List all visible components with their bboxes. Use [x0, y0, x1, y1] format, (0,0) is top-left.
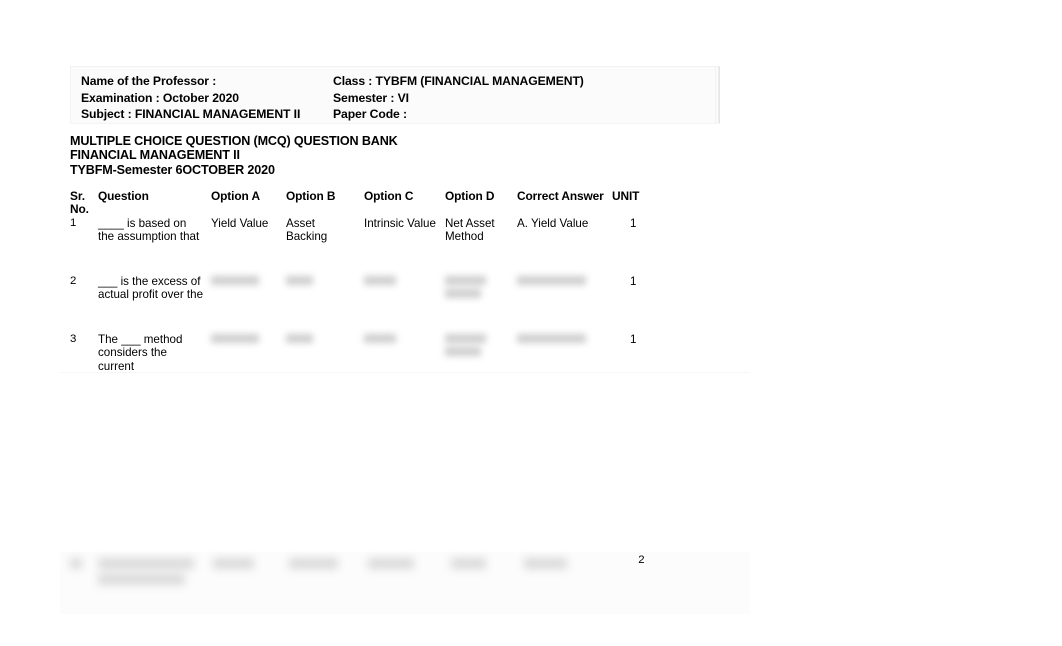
unit-value: 1 [630, 216, 637, 230]
cell-correct-answer [517, 333, 612, 391]
column-header-option-d: Option D [445, 189, 495, 203]
column-header-unit: UNIT [612, 189, 640, 203]
class-label: Class : TYBFM (FINANCIAL MANAGEMENT) [333, 74, 584, 88]
table-header-row: Sr. No. Question Option A Option B Optio… [70, 189, 720, 217]
examination-label: Examination : October 2020 [81, 90, 239, 105]
exam-meta-header: Name of the Professor : Class : TYBFM (F… [70, 66, 720, 124]
meta-row-professor-class: Name of the Professor : Class : TYBFM (F… [81, 74, 719, 90]
cell-unit: 1 [612, 217, 672, 275]
cell-option-a [213, 554, 289, 585]
page-subtitle-two: TYBFM-Semester 6OCTOBER 2020 [70, 162, 275, 177]
cell-option-d [445, 333, 517, 391]
cell-unit: 1 [612, 333, 672, 391]
cell-spacer [672, 333, 720, 391]
cell-spacer [672, 217, 720, 275]
cell-sr-no: 3 [70, 332, 77, 345]
table-row: 3 The ___ method considers the current 1 [70, 333, 720, 391]
cell-unit: 2 [620, 554, 681, 585]
cell-option-b [286, 333, 364, 391]
partial-row-table: 2 [70, 554, 730, 585]
cell-option-b: Asset Backing [286, 216, 328, 244]
meta-header-right-rule [715, 66, 716, 124]
cell-sr-no: 1 [70, 216, 77, 229]
column-header-option-a: Option A [211, 189, 260, 203]
cell-correct-answer [517, 275, 612, 333]
column-header-spacer [672, 190, 720, 217]
cell-spacer [672, 275, 720, 333]
table-row: 2 ___ is the excess of actual profit ove… [70, 275, 720, 333]
cell-option-c [364, 275, 445, 333]
mcq-question-table: Sr. No. Question Option A Option B Optio… [70, 189, 720, 391]
cell-option-c [368, 554, 450, 585]
column-header-question: Question [98, 189, 149, 203]
meta-header-bottom-rule [70, 123, 720, 124]
column-header-option-c: Option C [364, 189, 414, 203]
cell-question: ____ is based on the assumption that [98, 216, 200, 244]
cell-spacer [681, 554, 730, 585]
unit-value: 2 [638, 554, 645, 566]
cell-option-b [289, 554, 368, 585]
cell-option-a: Yield Value [211, 216, 269, 230]
column-header-sr-no: Sr. No. [70, 189, 89, 217]
cell-correct-answer [523, 554, 620, 585]
unit-value: 1 [630, 332, 637, 346]
column-header-correct-answer: Correct Answer [517, 189, 604, 203]
cell-question: The ___ method considers the current [98, 332, 183, 373]
page-subtitle: FINANCIAL MANAGEMENT II [70, 148, 240, 163]
unit-value: 1 [630, 274, 637, 288]
page-title: MULTIPLE CHOICE QUESTION (MCQ) QUESTION … [70, 134, 398, 148]
cell-question: ___ is the excess of actual profit over … [98, 274, 204, 302]
cell-sr-no: 2 [70, 274, 77, 287]
table-row: 2 [70, 554, 730, 585]
table-row: 1 ____ is based on the assumption that Y… [70, 217, 720, 275]
cell-sr-no [70, 554, 98, 585]
cell-unit: 1 [612, 275, 672, 333]
paper-code-label: Paper Code : [333, 107, 407, 121]
cell-option-d: Net Asset Method [445, 216, 495, 244]
cell-option-b [286, 275, 364, 333]
document-page: Name of the Professor : Class : TYBFM (F… [0, 0, 1062, 646]
cell-question [98, 554, 213, 585]
meta-row-subject-papercode: Subject : FINANCIAL MANAGEMENT II Paper … [81, 107, 719, 123]
cell-option-d [445, 275, 517, 333]
subject-label: Subject : FINANCIAL MANAGEMENT II [81, 107, 301, 121]
cell-option-c: Intrinsic Value [364, 216, 436, 230]
partial-table-row-band: 2 [60, 552, 750, 614]
meta-row-examination-semester: Examination : October 2020 Semester : VI [81, 91, 719, 107]
cell-option-a [211, 275, 286, 333]
professor-name-label: Name of the Professor : [81, 74, 217, 88]
semester-label: Semester : VI [333, 90, 409, 105]
table-bottom-rule [60, 372, 750, 373]
document-title-block: MULTIPLE CHOICE QUESTION (MCQ) QUESTION … [70, 134, 710, 177]
cell-option-d [450, 554, 524, 585]
column-header-option-b: Option B [286, 189, 336, 203]
cell-option-c [364, 333, 445, 391]
cell-correct-answer: A. Yield Value [517, 216, 589, 230]
cell-option-a [211, 333, 286, 391]
